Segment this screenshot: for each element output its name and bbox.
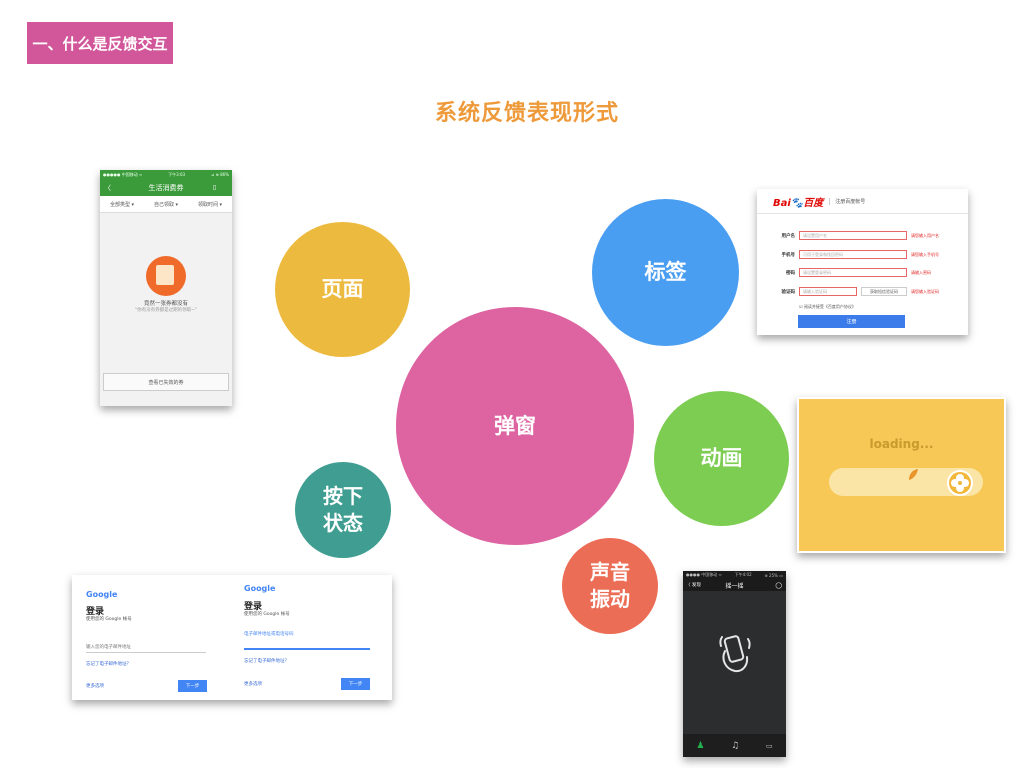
login-subheading-left: 使用您的 Google 帐号 — [86, 617, 132, 622]
field-label: 密码 — [786, 270, 795, 276]
tab-people-icon[interactable]: ♟ — [696, 741, 704, 751]
error-tip: 请您输入手机号 — [911, 251, 939, 257]
forgot-email-link-right[interactable]: 忘记了电子邮件地址？ — [244, 658, 289, 664]
empty-subtitle: “你有没有券都是过期的领取~” — [134, 308, 198, 313]
status-time: 下午3:03 — [168, 171, 186, 177]
trash-icon[interactable]: ▯ — [213, 184, 216, 191]
agreement-checkbox[interactable]: ☑ 阅读并接受《百度用户协议》 — [799, 304, 856, 310]
captcha-input[interactable]: 请输入验证码 — [799, 287, 857, 296]
next-button-right[interactable]: 下一步 — [341, 678, 370, 690]
form-row-password: 密码 请设置登录密码 请输入密码 — [757, 267, 968, 278]
page-title: 系统反馈表现形式 — [434, 101, 619, 126]
google-logo-left: Google — [86, 590, 118, 599]
tab-bar: ♟ ♫ ▭ — [683, 734, 786, 757]
form-row-captcha: 验证码 请输入验证码 获取短信验证码 请您输入验证码 — [757, 286, 968, 297]
username-input[interactable]: 请设置用户名 — [799, 231, 907, 240]
carrier-text: ●●●● 中国移动 ≈ — [686, 572, 722, 577]
screenshot-wechat-shake: ●●●● 中国移动 ≈ 下午4:02 ⊕ 25% ▭ 〈 发现 摇一摇 ◯ ♟ … — [683, 571, 786, 757]
screenshot-coupon-empty-page: ●●●●● 中国移动 ≈ 下午3:03 ⊿ ⊕ 86% 〈 生活消费券 ▯ 全部… — [100, 170, 232, 406]
form-row-username: 用户名 请设置用户名 请您输入用户名 — [757, 230, 968, 241]
carrier-text: ●●●●● 中国移动 ≈ — [103, 171, 143, 177]
forgot-email-link-left[interactable]: 忘记了电子邮件地址？ — [86, 661, 131, 667]
form-row-phone: 手机号 可用于登录和找回密码 请您输入手机号 — [757, 249, 968, 260]
bubble-animation: 动画 — [654, 391, 789, 526]
input-underline — [86, 652, 206, 653]
view-expired-button[interactable]: 查看已失效的券 — [103, 373, 229, 391]
nav-title: 生活消费券 — [148, 183, 184, 192]
filter-type[interactable]: 全部类型 ▾ — [110, 201, 134, 208]
shake-hand-icon — [719, 635, 751, 673]
leaf-icon — [909, 469, 918, 480]
bubble-label: 标签 — [592, 199, 739, 346]
field-label: 用户名 — [781, 233, 796, 239]
email-input-label-right: 电子邮件地址或电话号码 — [244, 632, 294, 637]
paw-icon: 🐾 — [790, 197, 804, 209]
settings-icon[interactable]: ◯ — [775, 582, 782, 589]
bubble-sound-vibration: 声音 振动 — [562, 538, 658, 634]
login-subheading-right: 使用您的 Google 帐号 — [244, 612, 290, 617]
nav-bar: 〈 发现 摇一摇 ◯ — [683, 579, 786, 591]
error-tip: 请您输入验证码 — [911, 288, 939, 294]
back-icon[interactable]: 〈 — [104, 183, 111, 193]
email-input-right[interactable] — [244, 648, 370, 650]
screenshot-loading-animation: loading... — [797, 397, 1006, 553]
empty-illustration-icon — [146, 256, 186, 296]
field-label: 手机号 — [781, 252, 796, 258]
filter-time[interactable]: 领取时间 ▾ — [198, 201, 222, 208]
register-button[interactable]: 注册 — [798, 315, 905, 328]
battery-text: ⊿ ⊕ 86% — [210, 172, 229, 177]
nav-title: 摇一摇 — [725, 582, 744, 590]
phone-input[interactable]: 可用于登录和找回密码 — [799, 250, 907, 259]
register-header: 注册百度帐号 — [829, 197, 865, 205]
bubble-page: 页面 — [275, 222, 410, 357]
email-input-left[interactable]: 输入您的电子邮件地址 — [86, 644, 131, 650]
tab-song-icon[interactable]: ♫ — [731, 741, 739, 751]
password-input[interactable]: 请设置登录密码 — [799, 268, 907, 277]
bubble-pressed-state: 按下 状态 — [295, 462, 391, 558]
more-options-link-left[interactable]: 更多选项 — [86, 683, 104, 689]
filter-bar: 全部类型 ▾ 自己领取 ▾ 领取时间 ▾ — [100, 196, 232, 213]
field-label: 验证码 — [781, 289, 796, 295]
baidu-logo: Bai🐾百度 — [773, 197, 824, 209]
tab-tv-icon[interactable]: ▭ — [766, 742, 773, 750]
screenshot-google-login: Google 登录 使用您的 Google 帐号 输入您的电子邮件地址 忘记了电… — [72, 575, 392, 700]
fan-icon — [947, 470, 973, 496]
battery-text: ⊕ 25% ▭ — [764, 572, 783, 578]
status-bar: ●●●●● 中国移动 ≈ 下午3:03 ⊿ ⊕ 86% — [100, 170, 232, 179]
bubble-popup: 弹窗 — [396, 307, 634, 545]
baidu-header: Bai🐾百度 注册百度帐号 — [757, 189, 968, 214]
error-tip: 请输入密码 — [911, 269, 931, 275]
screenshot-baidu-register: Bai🐾百度 注册百度帐号 用户名 请设置用户名 请您输入用户名 手机号 可用于… — [757, 189, 968, 335]
google-logo-right: Google — [244, 584, 276, 593]
back-button[interactable]: 〈 发现 — [686, 582, 701, 588]
filter-source[interactable]: 自己领取 ▾ — [154, 201, 178, 208]
next-button-left[interactable]: 下一步 — [178, 680, 207, 692]
empty-title: 竟然一张券都没有 — [143, 301, 188, 307]
status-bar: ●●●● 中国移动 ≈ 下午4:02 ⊕ 25% ▭ — [683, 571, 786, 579]
more-options-link-right[interactable]: 更多选项 — [244, 681, 262, 687]
section-tag: 一、什么是反馈交互 — [27, 22, 173, 64]
loading-text: loading... — [869, 437, 934, 451]
status-time: 下午4:02 — [734, 572, 752, 577]
get-sms-code-button[interactable]: 获取短信验证码 — [861, 287, 907, 296]
agreement-text: 阅读并接受《百度用户协议》 — [803, 304, 856, 309]
error-tip: 请您输入用户名 — [911, 232, 939, 238]
nav-bar: 〈 生活消费券 ▯ — [100, 179, 232, 196]
